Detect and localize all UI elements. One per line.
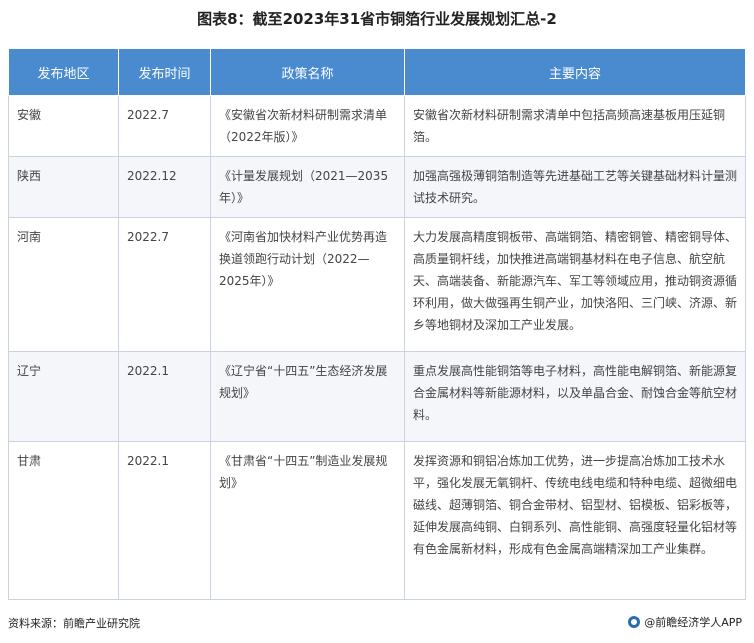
cell-policy: 《安徽省次新材料研制需求清单（2022年版）》 [210,95,405,157]
header-content: 主要内容 [404,48,746,96]
table-header-row: 发布地区 发布时间 政策名称 主要内容 [8,48,746,96]
brand-text: @前瞻经济学人APP [644,616,742,629]
cell-content: 重点发展高性能铜箔等电子材料，高性能电解铜箔、新能源复合金属材料等新能源材料，以… [404,351,746,442]
table-row: 陕西 2022.12 《计量发展规划（2021—2035年）》 加强高强极薄铜箔… [8,156,746,218]
source-note: 资料来源：前瞻产业研究院 [8,617,140,630]
cell-date: 2022.7 [118,217,211,352]
cell-region: 河南 [8,217,119,352]
cell-region: 安徽 [8,95,119,157]
cell-region: 甘肃 [8,441,119,600]
chart-title: 图表8：截至2023年31省市铜箔行业发展规划汇总-2 [197,10,557,28]
table-row: 甘肃 2022.1 《甘肃省“十四五”制造业发展规划》 发挥资源和铜铝冶炼加工优… [8,441,746,600]
cell-date: 2022.12 [118,156,211,218]
brand-logo-icon [628,616,641,628]
cell-content: 安徽省次新材料研制需求清单中包括高频高速基板用压延铜箔。 [404,95,746,157]
cell-date: 2022.1 [118,351,211,442]
table-row: 河南 2022.7 《河南省加快材料产业优势再造换道领跑行动计划（2022—20… [8,217,746,352]
cell-policy: 《河南省加快材料产业优势再造换道领跑行动计划（2022—2025年）》 [210,217,405,352]
policy-table: 发布地区 发布时间 政策名称 主要内容 安徽 2022.7 《安徽省次新材料研制… [8,48,746,600]
header-date: 发布时间 [118,48,211,96]
header-policy: 政策名称 [210,48,405,96]
cell-content: 发挥资源和铜铝冶炼加工优势，进一步提高冶炼加工技术水平，强化发展无氧铜杆、传统电… [404,441,746,600]
cell-policy: 《甘肃省“十四五”制造业发展规划》 [210,441,405,600]
cell-region: 陕西 [8,156,119,218]
table-row: 安徽 2022.7 《安徽省次新材料研制需求清单（2022年版）》 安徽省次新材… [8,95,746,157]
cell-content: 加强高强极薄铜箔制造等先进基础工艺等关键基础材料计量测试技术研究。 [404,156,746,218]
cell-content: 大力发展高精度铜板带、高端铜箔、精密铜管、精密铜导体、高质量铜杆线，加快推进高端… [404,217,746,352]
cell-date: 2022.7 [118,95,211,157]
table-row: 辽宁 2022.1 《辽宁省“十四五”生态经济发展规划》 重点发展高性能铜箔等电… [8,351,746,442]
cell-date: 2022.1 [118,441,211,600]
cell-policy: 《计量发展规划（2021—2035年）》 [210,156,405,218]
header-region: 发布地区 [8,48,119,96]
cell-region: 辽宁 [8,351,119,442]
cell-policy: 《辽宁省“十四五”生态经济发展规划》 [210,351,405,442]
brand-credit: @前瞻经济学人APP [628,614,742,630]
